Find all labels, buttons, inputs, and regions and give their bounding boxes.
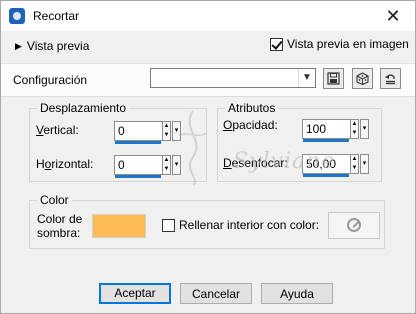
expand-triangle-icon: ▶ bbox=[15, 41, 22, 51]
configuration-bar: Configuración ▼ bbox=[1, 63, 415, 97]
save-preset-button[interactable] bbox=[323, 68, 344, 89]
attributes-group-title: Atributos bbox=[225, 101, 279, 115]
preview-on-image-checkbox[interactable] bbox=[270, 38, 283, 51]
vertical-input[interactable]: 0 bbox=[114, 121, 165, 144]
crop-dialog: Recortar ✕ ▶ Vista previa Vista previa en… bbox=[0, 0, 416, 314]
preview-toggle[interactable]: ▶ Vista previa bbox=[15, 39, 89, 53]
color-group-title: Color bbox=[37, 193, 72, 207]
opacity-dropdown-icon[interactable]: ▾ bbox=[360, 119, 369, 139]
blur-dropdown-icon[interactable]: ▾ bbox=[360, 154, 369, 174]
reset-button[interactable] bbox=[380, 68, 401, 89]
random-button[interactable] bbox=[352, 68, 373, 89]
watermark-text: Sylviane bbox=[233, 149, 336, 174]
preview-on-image-label: Vista previa en imagen bbox=[287, 37, 409, 51]
fill-interior-checkbox[interactable] bbox=[162, 219, 175, 232]
horizontal-label: Horizontal: bbox=[36, 157, 94, 171]
blur-updown-arrows[interactable]: ▲ ▼ bbox=[350, 154, 359, 174]
shadow-color-swatch[interactable] bbox=[92, 214, 146, 238]
ok-button[interactable]: Aceptar bbox=[99, 283, 171, 304]
fill-interior-label: Rellenar interior con color: bbox=[179, 218, 320, 232]
preview-toggle-label: Vista previa bbox=[26, 39, 90, 53]
save-icon bbox=[327, 72, 340, 85]
title-bar: Recortar ✕ bbox=[1, 1, 415, 31]
opacity-input[interactable]: 100 bbox=[302, 119, 353, 142]
preview-on-image-option[interactable]: Vista previa en imagen bbox=[270, 37, 409, 51]
opacity-updown-arrows[interactable]: ▲ ▼ bbox=[350, 119, 359, 139]
opacity-spinner[interactable]: 100 ▲ ▼ ▾ bbox=[302, 119, 369, 142]
vertical-updown-arrows[interactable]: ▲ ▼ bbox=[162, 121, 171, 141]
vertical-label: Vertical: bbox=[36, 123, 79, 137]
reset-icon bbox=[385, 74, 395, 85]
no-color-icon bbox=[347, 218, 361, 232]
window-title: Recortar bbox=[33, 9, 80, 23]
app-icon bbox=[9, 8, 25, 24]
close-icon[interactable]: ✕ bbox=[371, 1, 415, 31]
fill-color-swatch bbox=[328, 212, 380, 239]
help-button[interactable]: Ayuda bbox=[261, 283, 333, 304]
horizontal-input[interactable]: 0 bbox=[114, 155, 165, 178]
cancel-button[interactable]: Cancelar bbox=[180, 283, 252, 304]
shadow-color-label: Color de sombra: bbox=[37, 212, 83, 240]
offset-group-title: Desplazamiento bbox=[37, 101, 130, 115]
chevron-down-icon[interactable]: ▼ bbox=[298, 69, 315, 87]
opacity-label: Opacidad: bbox=[223, 118, 278, 132]
dice-icon bbox=[356, 72, 369, 86]
configuration-select[interactable]: ▼ bbox=[150, 68, 316, 88]
configuration-label: Configuración bbox=[13, 73, 88, 87]
horizontal-updown-arrows[interactable]: ▲ ▼ bbox=[162, 155, 171, 175]
fill-interior-option[interactable]: Rellenar interior con color: bbox=[162, 218, 319, 232]
watermark-ornament bbox=[178, 110, 208, 186]
